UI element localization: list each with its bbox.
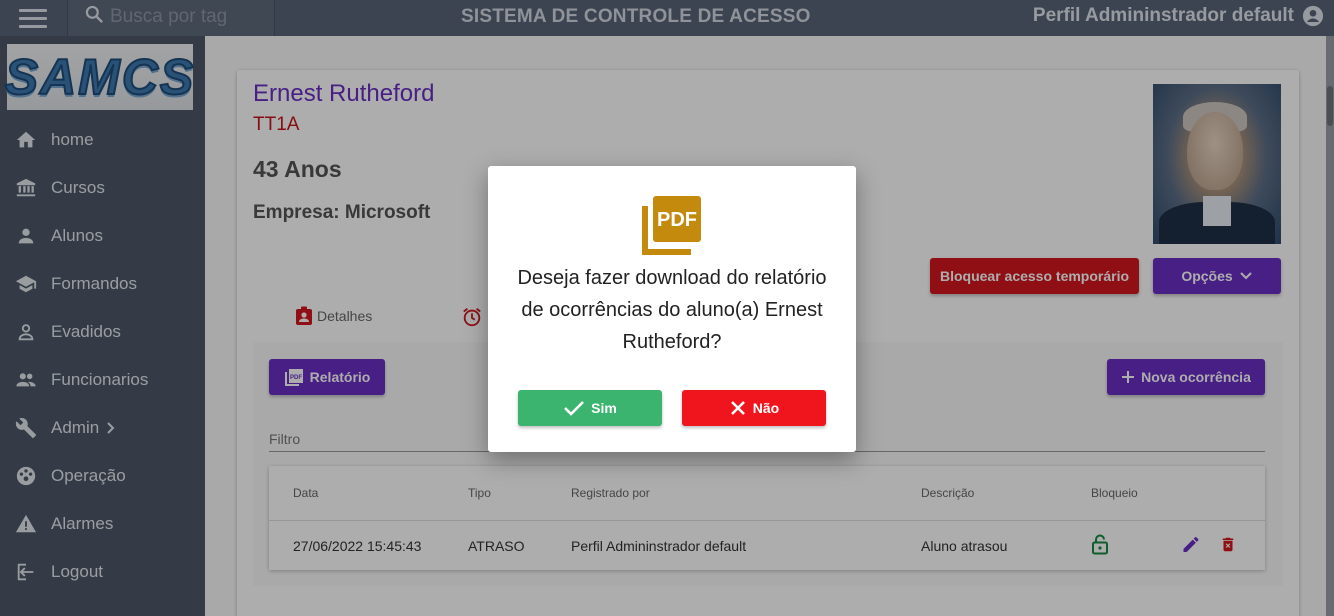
confirm-button[interactable]: Sim bbox=[518, 390, 662, 426]
cancel-label: Não bbox=[752, 400, 780, 416]
close-icon bbox=[730, 401, 745, 415]
check-icon bbox=[564, 401, 585, 416]
confirm-label: Sim bbox=[591, 400, 617, 416]
download-report-dialog: PDF Deseja fazer download do relatório d… bbox=[488, 166, 856, 452]
cancel-button[interactable]: Não bbox=[682, 390, 826, 426]
dialog-message: Deseja fazer download do relatório de oc… bbox=[517, 267, 827, 353]
pdf-icon-text: PDF bbox=[657, 209, 697, 231]
pdf-file-icon: PDF bbox=[642, 196, 701, 255]
